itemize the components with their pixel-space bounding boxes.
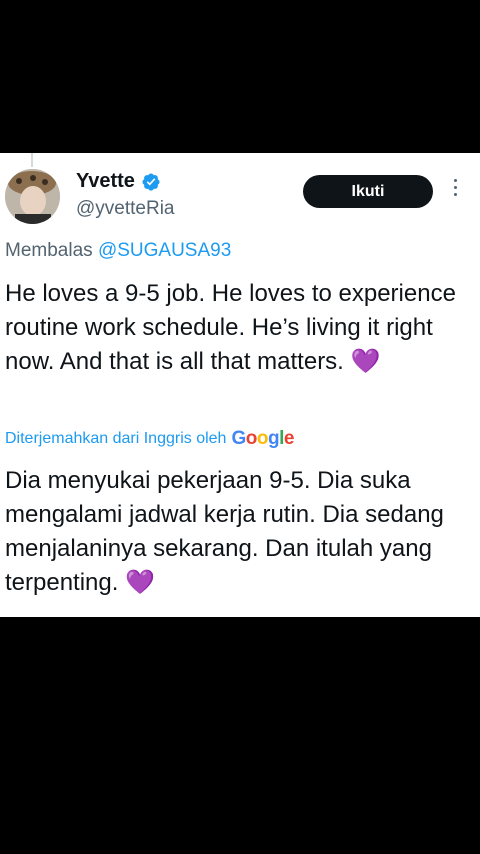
reply-mention-link[interactable]: @SUGAUSA93: [98, 240, 231, 261]
verified-badge-icon: [142, 172, 160, 191]
avatar[interactable]: [5, 169, 60, 224]
author-name-row: Yvette: [76, 170, 161, 193]
tweet-body: He loves a 9-5 job. He loves to experien…: [5, 280, 456, 375]
purple-heart-emoji: 💜: [125, 569, 155, 596]
more-vertical-icon[interactable]: [448, 179, 462, 205]
translation-attribution[interactable]: Diterjemahkan dari Inggris oleh Google: [5, 428, 294, 450]
tweet-text: He loves a 9-5 job. He loves to experien…: [5, 277, 470, 379]
google-logo: Google: [231, 428, 294, 449]
reply-context: Membalas @SUGAUSA93: [5, 240, 231, 262]
reply-prefix: Membalas: [5, 240, 93, 261]
tweet-card: Yvette @yvetteRia Ikuti Membalas @SUGAUS…: [0, 153, 480, 617]
follow-button[interactable]: Ikuti: [303, 175, 433, 208]
author-handle[interactable]: @yvetteRia: [76, 198, 175, 220]
author-name[interactable]: Yvette: [76, 170, 135, 193]
thread-line: [31, 153, 33, 167]
translation-label: Diterjemahkan dari Inggris oleh: [5, 430, 227, 447]
purple-heart-emoji: 💜: [350, 348, 381, 375]
translated-text: Dia menyukai pekerjaan 9-5. Dia suka men…: [5, 464, 473, 600]
translation-body: Dia menyukai pekerjaan 9-5. Dia suka men…: [5, 467, 444, 596]
